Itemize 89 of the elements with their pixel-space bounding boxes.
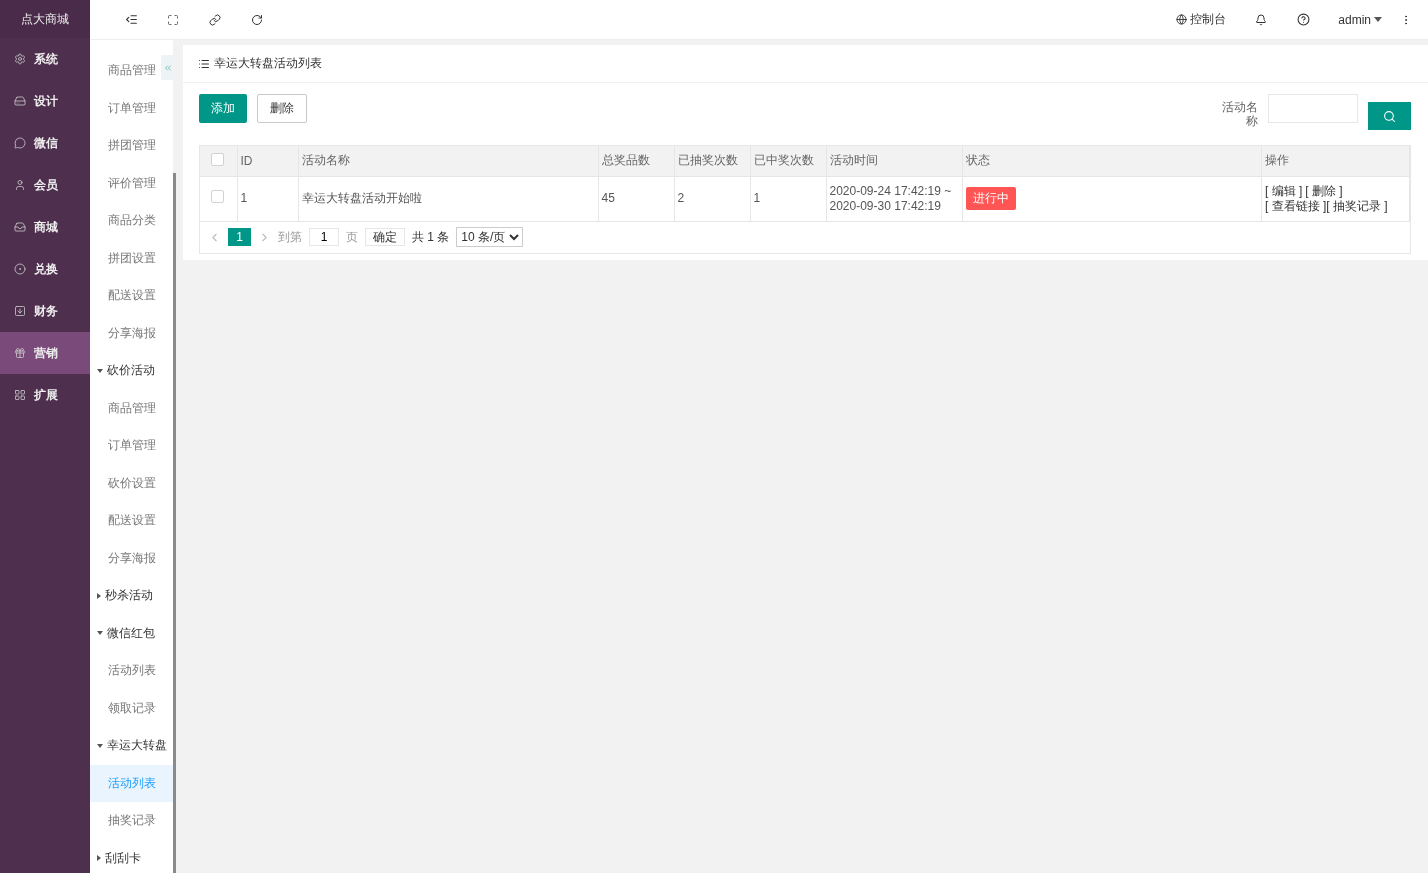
table-cell: 幸运大转盘活动开始啦 xyxy=(298,176,598,221)
goto-label: 到第 xyxy=(278,228,302,246)
table-cell: 1 xyxy=(750,176,826,221)
submenu-item[interactable]: 砍价设置 xyxy=(90,464,158,502)
user-icon xyxy=(14,179,26,191)
caret-icon xyxy=(97,855,101,862)
inbox-icon xyxy=(14,221,26,233)
caret-icon xyxy=(97,592,101,599)
table-cell: 45 xyxy=(598,176,674,221)
add-button[interactable]: 添加 xyxy=(199,94,247,123)
submenu-item[interactable]: 商品分类 xyxy=(90,202,158,240)
submenu-item[interactable]: 活动列表 xyxy=(90,652,158,690)
rail-item[interactable]: 微信 xyxy=(0,122,90,164)
submenu-item[interactable]: 拼团管理 xyxy=(90,127,158,165)
submenu-item[interactable]: 抽奖记录 xyxy=(90,802,158,840)
rail-item[interactable]: 设计 xyxy=(0,80,90,122)
action-link[interactable]: [ 抽奖记录 ] xyxy=(1326,198,1388,213)
search-icon xyxy=(1383,109,1396,123)
submenu-group[interactable]: 秒杀活动 xyxy=(90,577,155,615)
square-icon xyxy=(14,305,26,317)
drive-icon xyxy=(14,95,26,107)
page-field[interactable]: 1 xyxy=(309,228,339,246)
submenu-group[interactable]: 幸运大转盘 xyxy=(90,727,169,765)
submenu-item[interactable]: 商品管理 xyxy=(90,389,158,427)
user-menu[interactable]: admin xyxy=(1324,12,1396,27)
page-button[interactable]: 1 xyxy=(228,228,251,246)
action-link[interactable]: [ 查看链接 ] xyxy=(1265,198,1327,213)
brand-logo: 点大商城 xyxy=(0,0,90,38)
submenu-group[interactable]: 砍价活动 xyxy=(90,352,157,390)
column-header: 已抽奖次数 xyxy=(674,146,750,176)
submenu-item[interactable]: 商品管理 xyxy=(90,52,158,90)
list-icon xyxy=(198,57,210,70)
page-size-select[interactable]: 10 条/页 xyxy=(456,227,524,247)
rail-item[interactable]: 兑换 xyxy=(0,248,90,290)
circle-icon xyxy=(14,263,26,275)
double-chevron-icon xyxy=(162,62,173,73)
submenu-item[interactable]: 订单管理 xyxy=(90,427,158,465)
submenu-item[interactable]: 评价管理 xyxy=(90,164,158,202)
grid-icon xyxy=(14,389,26,401)
checkbox[interactable] xyxy=(211,152,224,166)
card-title: 幸运大转盘活动列表 xyxy=(214,55,322,72)
column-header: ID xyxy=(237,146,298,176)
gear-icon xyxy=(14,53,26,65)
console-link[interactable]: 控制台 xyxy=(1162,11,1241,28)
caret-icon xyxy=(97,743,103,748)
search-label: 活动名称 xyxy=(1221,100,1258,128)
submenu-item[interactable]: 分享海报 xyxy=(90,539,158,577)
checkbox[interactable] xyxy=(211,190,224,203)
scrollbar[interactable] xyxy=(173,40,176,873)
end-time: 2020-09-30 17:42:19 xyxy=(829,198,941,213)
submenu-item[interactable]: 分享海报 xyxy=(90,314,158,352)
confirm-button[interactable]: 确定 xyxy=(365,228,405,246)
rail-item[interactable]: 扩展 xyxy=(0,374,90,416)
collapse-button[interactable] xyxy=(161,55,174,80)
submenu-item[interactable]: 领取记录 xyxy=(90,689,158,727)
rail-item[interactable]: 商城 xyxy=(0,206,90,248)
gift-icon xyxy=(14,347,26,359)
rail-item[interactable]: 营销 xyxy=(0,332,90,374)
search-button[interactable] xyxy=(1368,102,1411,130)
rail-item[interactable]: 财务 xyxy=(0,290,90,332)
action-link[interactable]: [ 删除 ] xyxy=(1305,183,1343,198)
submenu-item[interactable]: 订单管理 xyxy=(90,89,158,127)
rail-item[interactable]: 系统 xyxy=(0,38,90,80)
start-time: 2020-09-24 17:42:19 ~ xyxy=(829,183,952,198)
submenu-group[interactable]: 刮刮卡 xyxy=(90,839,143,873)
delete-button[interactable]: 删除 xyxy=(257,94,307,123)
search-field[interactable] xyxy=(1268,94,1358,123)
column-header: 操作 xyxy=(1261,146,1410,176)
globe-icon xyxy=(1176,14,1188,25)
column-header: 活动名称 xyxy=(298,146,598,176)
column-header: 已中奖次数 xyxy=(750,146,826,176)
total-count: 共 1 条 xyxy=(412,228,450,246)
column-header: 状态 xyxy=(962,146,1262,176)
caret-icon xyxy=(1374,17,1382,22)
submenu-item[interactable]: 配送设置 xyxy=(90,502,158,540)
table-cell: 1 xyxy=(237,176,298,221)
submenu-group[interactable]: 微信红包 xyxy=(90,614,157,652)
status-badge: 进行中 xyxy=(965,187,1016,210)
action-link[interactable]: [ 编辑 ] xyxy=(1265,183,1303,198)
caret-icon xyxy=(97,631,103,636)
rail-item[interactable]: 会员 xyxy=(0,164,90,206)
column-header: 总奖品数 xyxy=(598,146,674,176)
column-header: 活动时间 xyxy=(826,146,962,176)
chat-icon xyxy=(14,137,26,149)
page-unit: 页 xyxy=(346,228,358,246)
submenu-item[interactable]: 配送设置 xyxy=(90,277,158,315)
table-cell: 2 xyxy=(674,176,750,221)
submenu-item[interactable]: 拼团设置 xyxy=(90,239,158,277)
caret-icon xyxy=(97,368,103,373)
